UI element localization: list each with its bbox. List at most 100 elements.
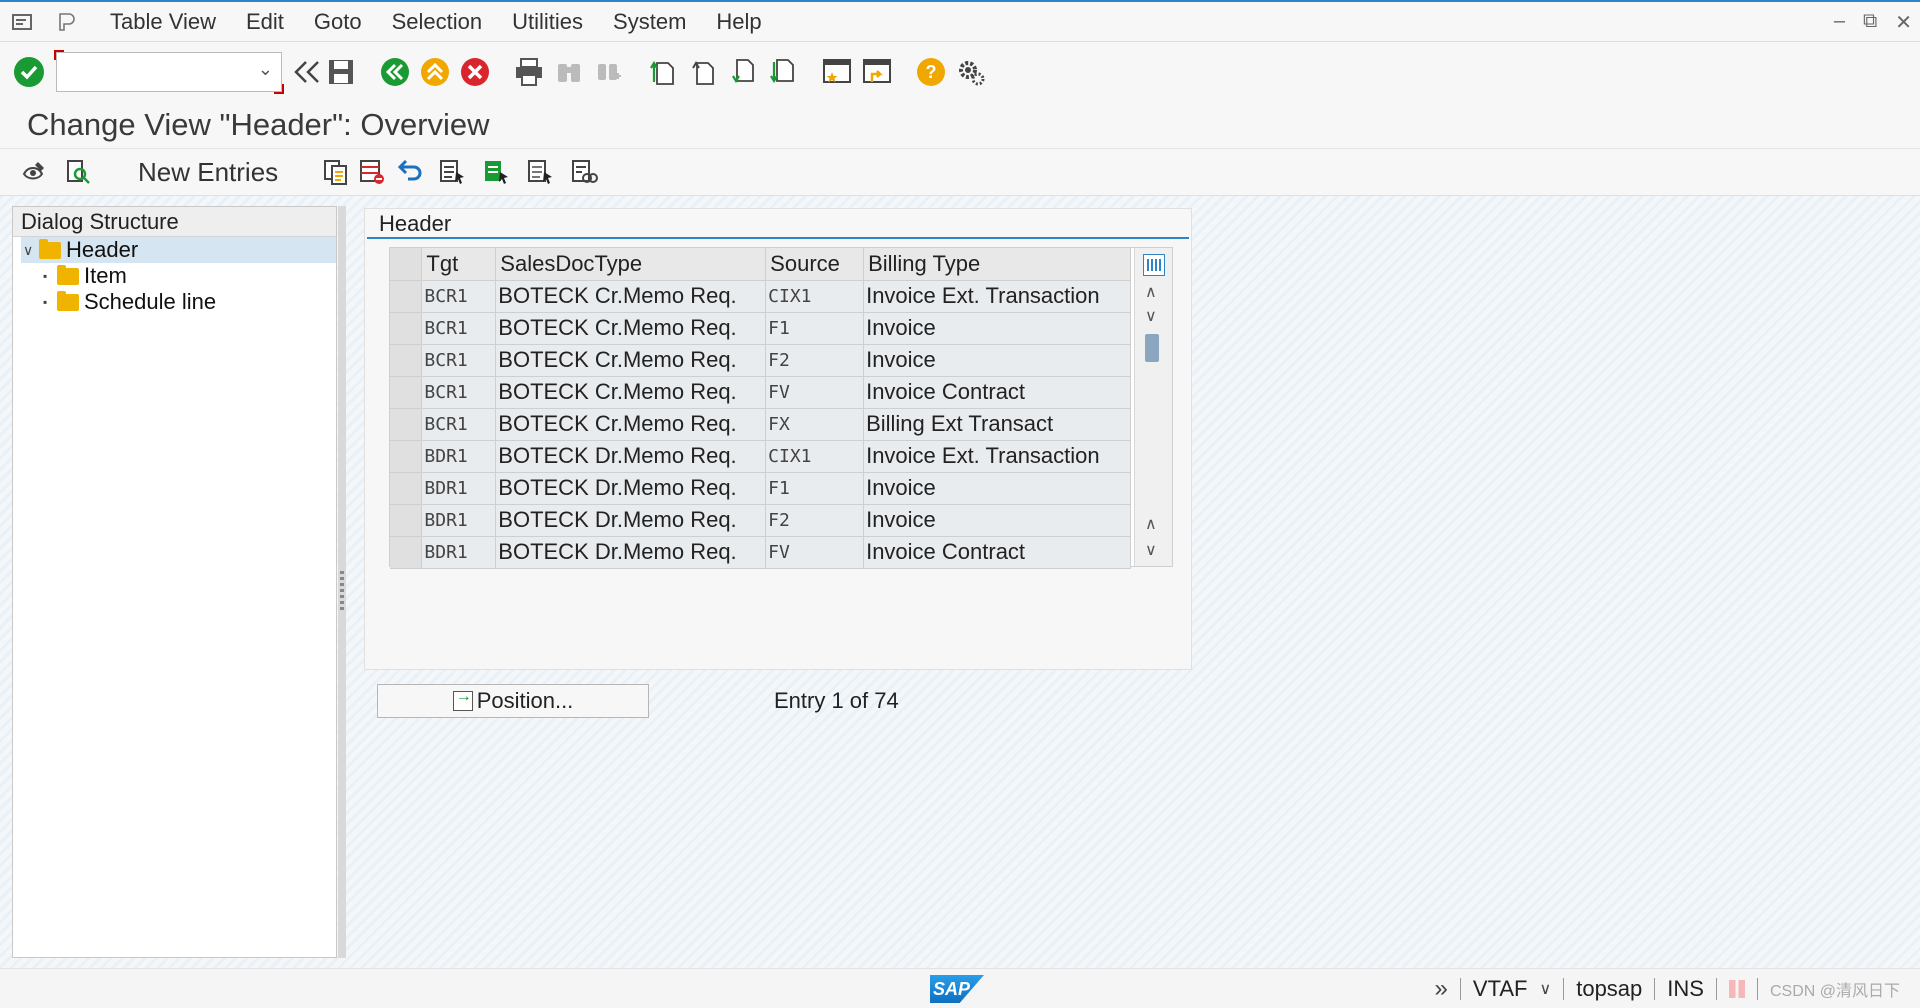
cell-source[interactable]: FV — [765, 376, 865, 409]
sap-gui-options-icon[interactable] — [54, 9, 80, 35]
restore-icon[interactable]: ⧉ — [1863, 10, 1877, 35]
transaction-code[interactable]: VTAF — [1473, 976, 1528, 1002]
scroll-down-icon[interactable]: ∨ — [1145, 540, 1157, 560]
panel-splitter[interactable] — [338, 206, 346, 958]
cell-billing-type[interactable]: Invoice Contract — [863, 376, 1131, 409]
row-selector[interactable] — [390, 344, 423, 377]
cell-billing-type[interactable]: Invoice Ext. Transaction — [863, 280, 1131, 313]
gear-icon[interactable] — [954, 55, 988, 89]
cell-source[interactable]: F2 — [765, 344, 865, 377]
next-page-icon[interactable] — [726, 55, 760, 89]
tree-node-header[interactable]: ∨ Header — [21, 237, 336, 263]
variant-icon[interactable] — [568, 156, 600, 188]
cell-salesdoctype[interactable]: BOTECK Dr.Memo Req. — [495, 504, 767, 537]
position-button[interactable]: Position... — [377, 684, 649, 718]
menu-edit[interactable]: Edit — [246, 9, 284, 35]
insert-mode[interactable]: INS — [1667, 976, 1704, 1002]
select-block-icon[interactable] — [480, 156, 512, 188]
cell-billing-type[interactable]: Invoice Ext. Transaction — [863, 440, 1131, 473]
cell-tgt[interactable]: BCR1 — [421, 312, 497, 345]
cell-salesdoctype[interactable]: BOTECK Cr.Memo Req. — [495, 280, 767, 313]
scrollbar-thumb[interactable] — [1145, 334, 1159, 362]
cell-tgt[interactable]: BDR1 — [421, 472, 497, 505]
menu-icon[interactable] — [10, 9, 36, 35]
column-header-tgt[interactable]: Tgt — [421, 248, 497, 281]
row-selector[interactable] — [390, 536, 423, 569]
cell-billing-type[interactable]: Invoice — [863, 504, 1131, 537]
enter-check-icon[interactable] — [12, 55, 46, 89]
menu-system[interactable]: System — [613, 9, 686, 35]
new-entries-button[interactable]: New Entries — [138, 157, 278, 188]
scroll-page-up-icon[interactable]: ∧ — [1145, 282, 1157, 302]
table-row[interactable]: BDR1 BOTECK Dr.Memo Req. CIX1 Invoice Ex… — [390, 440, 1131, 473]
print-icon[interactable] — [512, 55, 546, 89]
row-selector[interactable] — [390, 312, 423, 345]
splitter-grip[interactable] — [340, 571, 344, 611]
deselect-all-icon[interactable] — [524, 156, 556, 188]
minimize-icon[interactable]: – — [1834, 10, 1845, 35]
scroll-up-icon[interactable]: ∧ — [1145, 514, 1157, 534]
menu-utilities[interactable]: Utilities — [512, 9, 583, 35]
row-selector[interactable] — [390, 376, 423, 409]
cell-source[interactable]: F1 — [765, 312, 865, 345]
table-row[interactable]: BCR1 BOTECK Cr.Memo Req. CIX1 Invoice Ex… — [390, 280, 1131, 313]
column-header-salesdoctype[interactable]: SalesDocType — [495, 248, 767, 281]
copy-as-icon[interactable] — [320, 156, 352, 188]
table-row[interactable]: BDR1 BOTECK Dr.Memo Req. F2 Invoice — [390, 504, 1131, 537]
previous-page-icon[interactable] — [686, 55, 720, 89]
column-header-billing-type[interactable]: Billing Type — [863, 248, 1131, 281]
cell-tgt[interactable]: BCR1 — [421, 376, 497, 409]
cell-billing-type[interactable]: Invoice Contract — [863, 536, 1131, 569]
menu-help[interactable]: Help — [716, 9, 761, 35]
shortcut-icon[interactable] — [860, 55, 894, 89]
cell-salesdoctype[interactable]: BOTECK Cr.Memo Req. — [495, 408, 767, 441]
select-all-icon[interactable] — [436, 156, 468, 188]
undo-icon[interactable] — [394, 156, 426, 188]
cell-tgt[interactable]: BCR1 — [421, 280, 497, 313]
close-window-icon[interactable]: ✕ — [1895, 10, 1912, 35]
cell-source[interactable]: FV — [765, 536, 865, 569]
cell-billing-type[interactable]: Invoice — [863, 344, 1131, 377]
cell-salesdoctype[interactable]: BOTECK Dr.Memo Req. — [495, 536, 767, 569]
cell-source[interactable]: CIX1 — [765, 440, 865, 473]
delete-icon[interactable] — [356, 156, 388, 188]
table-row[interactable]: BDR1 BOTECK Dr.Memo Req. F1 Invoice — [390, 472, 1131, 505]
table-row[interactable]: BCR1 BOTECK Cr.Memo Req. F2 Invoice — [390, 344, 1131, 377]
cell-salesdoctype[interactable]: BOTECK Cr.Memo Req. — [495, 376, 767, 409]
cell-tgt[interactable]: BCR1 — [421, 344, 497, 377]
first-page-icon[interactable] — [646, 55, 680, 89]
cancel-icon[interactable] — [458, 55, 492, 89]
cell-source[interactable]: CIX1 — [765, 280, 865, 313]
row-selector[interactable] — [390, 504, 423, 537]
row-selector[interactable] — [390, 440, 423, 473]
cell-source[interactable]: FX — [765, 408, 865, 441]
cell-salesdoctype[interactable]: BOTECK Dr.Memo Req. — [495, 472, 767, 505]
cell-billing-type[interactable]: Billing Ext Transact — [863, 408, 1131, 441]
cell-salesdoctype[interactable]: BOTECK Cr.Memo Req. — [495, 312, 767, 345]
menu-table-view[interactable]: Table View — [110, 9, 216, 35]
table-vertical-scrollbar[interactable]: ∧ ∨ ∧ ∨ — [1134, 248, 1172, 566]
cell-source[interactable]: F2 — [765, 504, 865, 537]
chevron-down-icon[interactable]: ⌄ — [258, 59, 273, 80]
menu-goto[interactable]: Goto — [314, 9, 362, 35]
row-selector[interactable] — [390, 408, 423, 441]
display-change-icon[interactable] — [18, 156, 50, 188]
cell-tgt[interactable]: BDR1 — [421, 440, 497, 473]
cell-salesdoctype[interactable]: BOTECK Cr.Memo Req. — [495, 344, 767, 377]
cell-tgt[interactable]: BDR1 — [421, 536, 497, 569]
column-header-source[interactable]: Source — [765, 248, 865, 281]
command-field[interactable]: ⌄ — [54, 50, 284, 94]
cell-salesdoctype[interactable]: BOTECK Dr.Memo Req. — [495, 440, 767, 473]
row-selector[interactable] — [390, 280, 423, 313]
help-icon[interactable]: ? — [914, 55, 948, 89]
save-icon[interactable] — [324, 55, 358, 89]
double-chevron-left-icon[interactable] — [290, 55, 324, 89]
table-row[interactable]: BDR1 BOTECK Dr.Memo Req. FV Invoice Cont… — [390, 536, 1131, 569]
table-row[interactable]: BCR1 BOTECK Cr.Memo Req. F1 Invoice — [390, 312, 1131, 345]
table-row[interactable]: BCR1 BOTECK Cr.Memo Req. FX Billing Ext … — [390, 408, 1131, 441]
table-settings-icon[interactable] — [1143, 254, 1165, 276]
chevron-down-icon[interactable]: ∨ — [23, 242, 39, 259]
cell-tgt[interactable]: BDR1 — [421, 504, 497, 537]
command-input[interactable] — [63, 53, 243, 89]
menu-selection[interactable]: Selection — [392, 9, 483, 35]
